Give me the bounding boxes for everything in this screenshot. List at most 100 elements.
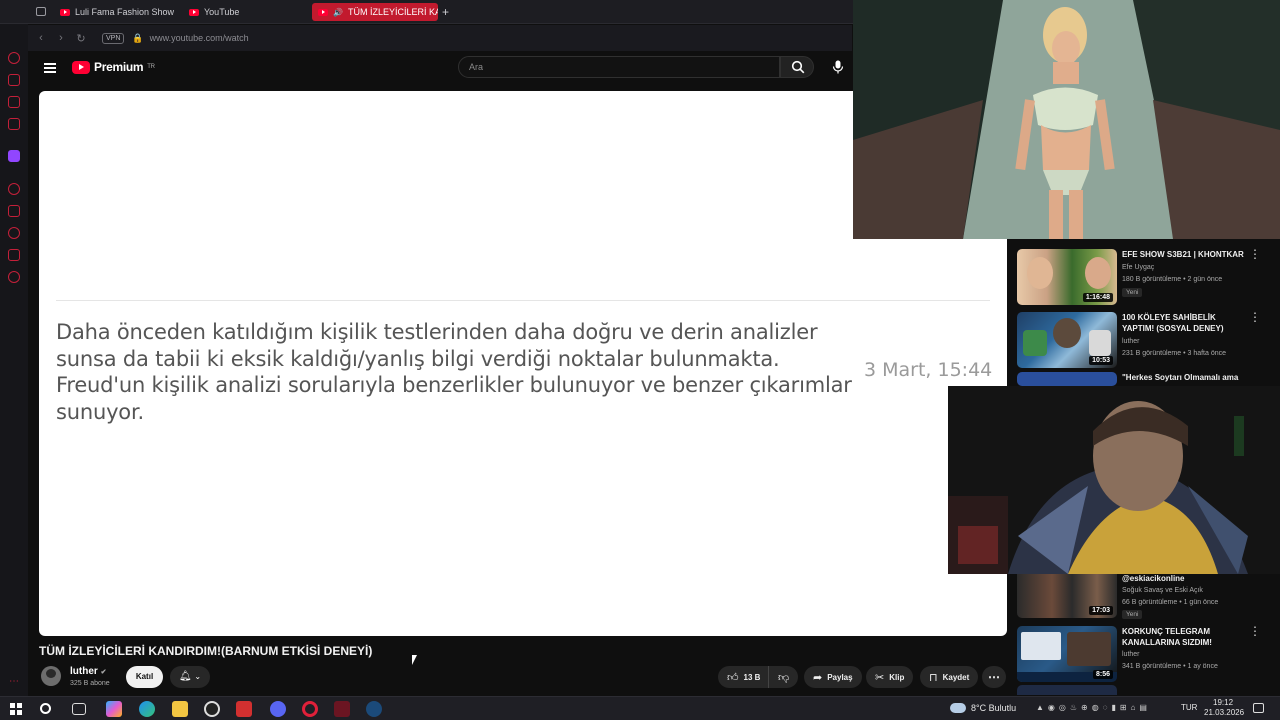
list-item[interactable]: 1:16:48 EFE SHOW S3B21 | KHONTKAR Efe Uy… [1017, 248, 1269, 309]
rec-channel[interactable]: luther [1122, 336, 1140, 348]
sidebar-messenger-icon[interactable] [8, 96, 20, 108]
mic-icon [832, 60, 844, 74]
tab-youtube[interactable]: YouTube [183, 3, 303, 21]
steam-icon[interactable] [366, 701, 382, 717]
list-item[interactable]: 10:53 100 KÖLEYE SAHİBELİK YAPTIM! (SOSY… [1017, 311, 1269, 372]
tray-icons[interactable]: ▲◉◎♨⊕◍◌▮⊞⌂▤ [1036, 703, 1151, 712]
youtube-header: Premium TR Ara [28, 51, 852, 85]
weather-text[interactable]: 8°C Bulutlu [971, 703, 1016, 713]
opera-sidebar: ⋯ [0, 0, 28, 696]
new-tab-button[interactable]: + [442, 5, 449, 19]
rec-meta: 341 B görüntüleme • 1 ay önce [1122, 663, 1218, 670]
edge-icon[interactable] [139, 701, 155, 717]
search-icon[interactable] [40, 703, 51, 714]
notifications-button[interactable]: 🔔︎ ⌄ [170, 666, 210, 688]
video-thumbnail[interactable]: 8:56 [1017, 626, 1117, 682]
notifications-icon[interactable] [1253, 703, 1264, 713]
join-button[interactable]: Katıl [126, 666, 163, 688]
task-view-icon[interactable] [72, 703, 86, 715]
sidebar-home-icon[interactable] [8, 52, 20, 64]
sidebar-extensions-icon[interactable] [8, 249, 20, 261]
rec-channel[interactable]: luther [1122, 649, 1140, 661]
sidebar-bookmark-icon[interactable] [8, 205, 20, 217]
sidebar-history-icon[interactable] [8, 183, 20, 195]
back-icon[interactable]: ‹ [34, 32, 48, 44]
duration-badge: 1:16:48 [1082, 293, 1113, 302]
tab-label: TÜM İZLEYİCİLERİ KAN [347, 7, 438, 17]
scissors-icon: ✂ [875, 671, 885, 684]
bell-icon: 🔔︎ [178, 671, 192, 682]
discord-icon[interactable] [270, 701, 286, 717]
forward-icon[interactable]: › [54, 32, 68, 44]
youtube-logo[interactable]: Premium TR [72, 60, 155, 74]
reload-icon[interactable]: ↻ [74, 32, 88, 45]
copilot-icon[interactable] [106, 701, 122, 717]
windows-start-icon[interactable] [10, 703, 22, 715]
rec-title[interactable]: EFE SHOW S3B21 | KHONTKAR [1122, 249, 1244, 260]
sidebar-more-icon[interactable]: ⋯ [9, 676, 19, 687]
search-input[interactable]: Ara [458, 56, 780, 78]
more-options-icon[interactable]: ⋮ [1249, 311, 1261, 323]
obs-icon[interactable] [204, 701, 220, 717]
language-indicator[interactable]: TUR [1181, 703, 1197, 712]
video-thumbnail[interactable]: 17:03 [1017, 573, 1117, 618]
sidebar-clock-icon[interactable] [8, 227, 20, 239]
clock-date[interactable]: 21.03.2026 [1204, 708, 1244, 717]
sidebar-settings-icon[interactable] [8, 271, 20, 283]
url-field[interactable]: www.youtube.com/watch [150, 33, 249, 43]
clock-time[interactable]: 19:12 [1213, 698, 1233, 707]
video-thumbnail[interactable]: 10:53 [1017, 312, 1117, 368]
logo-text: Premium [94, 60, 144, 74]
like-button[interactable]: 👍︎ 13 B [718, 666, 769, 688]
more-options-icon[interactable]: ⋮ [1249, 248, 1261, 260]
workspaces-icon[interactable] [36, 7, 46, 16]
app-icon-red[interactable] [236, 701, 252, 717]
rec-title[interactable]: KORKUNÇ TELEGRAM KANALLARINA SIZDIM! [1122, 626, 1244, 648]
subscriber-count: 325 B abone [70, 680, 110, 687]
search-button[interactable] [780, 56, 814, 78]
youtube-favicon-icon [60, 8, 70, 16]
chevron-down-icon: ⌄ [194, 672, 202, 681]
tab-active-video[interactable]: 🔊 TÜM İZLEYİCİLERİ KAN [312, 3, 438, 21]
video-thumbnail[interactable] [1017, 372, 1117, 386]
list-item[interactable]: 17:03 @eskiacikonline Soğuk Savaş ve Esk… [1017, 573, 1269, 625]
menu-icon[interactable] [44, 63, 56, 73]
channel-avatar[interactable] [41, 666, 61, 686]
file-explorer-icon[interactable] [172, 701, 188, 717]
sidebar-bag-icon[interactable] [8, 74, 20, 86]
list-item[interactable]: 8:56 KORKUNÇ TELEGRAM KANALLARINA SIZDIM… [1017, 625, 1269, 682]
share-button[interactable]: ➦ Paylaş [804, 666, 862, 688]
save-button[interactable]: ⊓ Kaydet [920, 666, 979, 688]
lock-icon: 🔒 [132, 32, 144, 43]
weather-cloud-icon [950, 703, 966, 713]
bookmark-icon: ⊓ [929, 671, 938, 684]
share-icon: ➦ [813, 671, 823, 684]
divider [56, 300, 990, 301]
speaker-icon: 🔊 [333, 7, 343, 17]
rec-channel[interactable]: Efe Uygaç [1122, 262, 1154, 274]
sidebar-whatsapp-icon[interactable] [8, 118, 20, 130]
voice-search-button[interactable] [826, 56, 850, 78]
sidebar-twitch-icon[interactable] [8, 150, 20, 162]
vpn-badge[interactable]: VPN [102, 32, 125, 44]
youtube-favicon-icon [318, 8, 328, 16]
verified-icon: ✔ [100, 669, 107, 676]
channel-name[interactable]: luther ✔ [70, 666, 106, 677]
opera-icon[interactable] [302, 701, 318, 717]
rec-partial-item[interactable] [1017, 685, 1117, 695]
list-item[interactable]: "Herkes Soytarı Olmamalı ama [1017, 372, 1269, 386]
rec-title[interactable]: "Herkes Soytarı Olmamalı ama [1122, 372, 1244, 383]
rec-channel[interactable]: Soğuk Savaş ve Eski Açık [1122, 585, 1203, 597]
opera-gx-icon[interactable] [334, 701, 350, 717]
more-actions-button[interactable]: ⋯ [982, 666, 1006, 688]
rec-title[interactable]: @eskiacikonline [1122, 573, 1244, 584]
video-frame-text: Daha önceden katıldığım kişilik testleri… [56, 320, 852, 424]
more-options-icon[interactable]: ⋮ [1249, 625, 1261, 637]
rec-title[interactable]: 100 KÖLEYE SAHİBELİK YAPTIM! (SOSYAL DEN… [1122, 312, 1244, 334]
dislike-button[interactable]: 👎︎ [768, 666, 798, 688]
video-thumbnail[interactable]: 1:16:48 [1017, 249, 1117, 305]
mouse-cursor-icon [412, 655, 417, 665]
clip-button[interactable]: ✂ Klip [866, 666, 914, 688]
tab-luli-fama[interactable]: Luli Fama Fashion Show S [54, 3, 174, 21]
webcam-overlay [948, 386, 1280, 574]
